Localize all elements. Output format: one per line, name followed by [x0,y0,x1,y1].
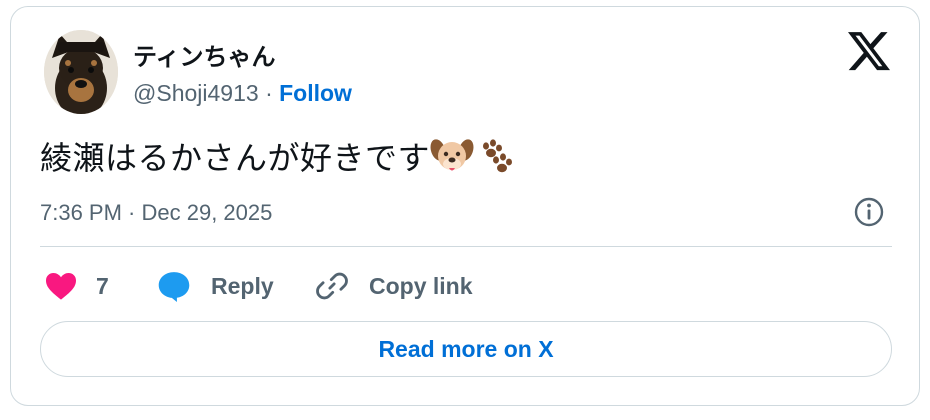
divider [40,246,892,247]
reply-button[interactable]: Reply [156,268,274,304]
tweet-body: 綾瀬はるかさんが好きです [40,139,431,177]
tweet-timestamp[interactable]: 7:36 PM · Dec 29, 2025 [40,200,272,226]
heart-icon [46,273,76,300]
user-handle[interactable]: @Shoji4913 [133,80,259,106]
reply-bubble-icon [158,272,190,302]
link-icon [316,272,348,300]
like-button[interactable]: 7 [44,268,109,304]
display-name[interactable]: ティンちゃん [133,37,276,72]
handle-row: @Shoji4913 · Follow [133,80,352,107]
avatar-dog-image [44,30,118,114]
read-more-button[interactable]: Read more on X [40,321,892,377]
copy-link-button[interactable]: Copy link [315,268,473,304]
separator-dot: · [265,80,273,106]
paw-prints-icon [474,136,518,184]
tweet-text: 綾瀬はるかさんが好きです [40,133,518,184]
reply-label: Reply [211,272,274,299]
copy-link-label: Copy link [369,272,473,299]
like-count: 7 [96,272,109,299]
follow-button[interactable]: Follow [279,80,352,106]
info-icon[interactable] [853,196,885,228]
dog-face-icon [430,136,474,184]
x-logo-icon[interactable] [848,30,890,72]
avatar[interactable] [44,30,118,114]
